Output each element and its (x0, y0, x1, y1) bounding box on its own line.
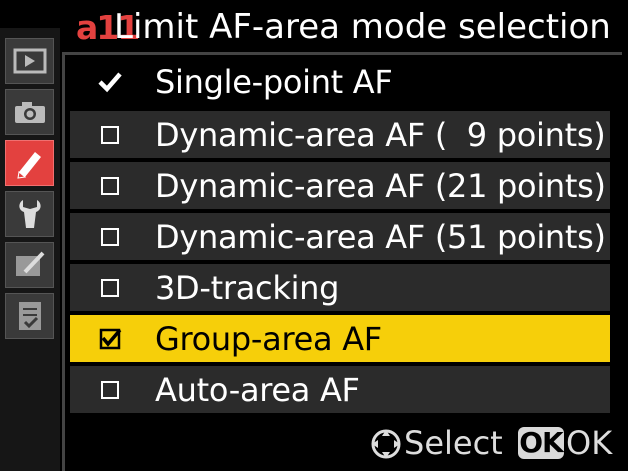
retouch-icon (15, 251, 44, 276)
select-hint: Select (404, 424, 503, 462)
checkmark-icon (98, 72, 122, 93)
option-3d-tracking[interactable]: 3D-tracking (70, 264, 610, 311)
option-label: Group-area AF (155, 320, 382, 358)
option-label: Auto-area AF (155, 371, 360, 409)
tab-retouch[interactable] (5, 242, 54, 288)
camera-icon (14, 102, 45, 123)
checkbox-icon (101, 126, 119, 144)
button-guide: Select OK OK (360, 420, 628, 468)
page-title: Limit AF-area mode selection (114, 7, 611, 47)
wrench-icon (18, 200, 41, 228)
option-single-point-af[interactable]: Single-point AF (70, 58, 610, 105)
tab-playback[interactable] (5, 38, 54, 84)
checkbox-icon (101, 177, 119, 195)
option-label: Single-point AF (155, 63, 393, 101)
option-label: Dynamic-area AF (21 points) (155, 167, 606, 205)
option-group-area-af[interactable]: Group-area AF (70, 315, 610, 362)
checked-checkbox-icon (99, 328, 122, 350)
tab-shooting[interactable] (5, 89, 54, 135)
my-menu-icon (18, 302, 41, 330)
option-auto-area-af[interactable]: Auto-area AF (70, 366, 610, 413)
option-label: 3D-tracking (155, 269, 340, 307)
tab-my-menu[interactable] (5, 293, 54, 339)
option-label: Dynamic-area AF ( 9 points) (155, 116, 606, 154)
checkbox-icon (101, 228, 119, 246)
option-dynamic-9[interactable]: Dynamic-area AF ( 9 points) (70, 111, 610, 158)
ok-hint: OK (566, 424, 613, 462)
title-bar: a11 Limit AF-area mode selection (70, 0, 628, 52)
option-dynamic-51[interactable]: Dynamic-area AF (51 points) (70, 213, 610, 260)
tab-custom-settings[interactable] (5, 140, 54, 186)
multi-selector-icon (371, 429, 401, 459)
camera-menu-screen: a11 Limit AF-area mode selection Single-… (0, 0, 628, 471)
menu-sidebar (0, 28, 60, 471)
ok-button-icon: OK (518, 426, 564, 459)
option-label: Dynamic-area AF (51 points) (155, 218, 606, 256)
checkbox-icon (101, 381, 119, 399)
checkbox-icon (101, 279, 119, 297)
option-dynamic-21[interactable]: Dynamic-area AF (21 points) (70, 162, 610, 209)
playback-icon (13, 48, 46, 74)
pencil-icon (16, 152, 41, 179)
tab-setup[interactable] (5, 191, 54, 237)
